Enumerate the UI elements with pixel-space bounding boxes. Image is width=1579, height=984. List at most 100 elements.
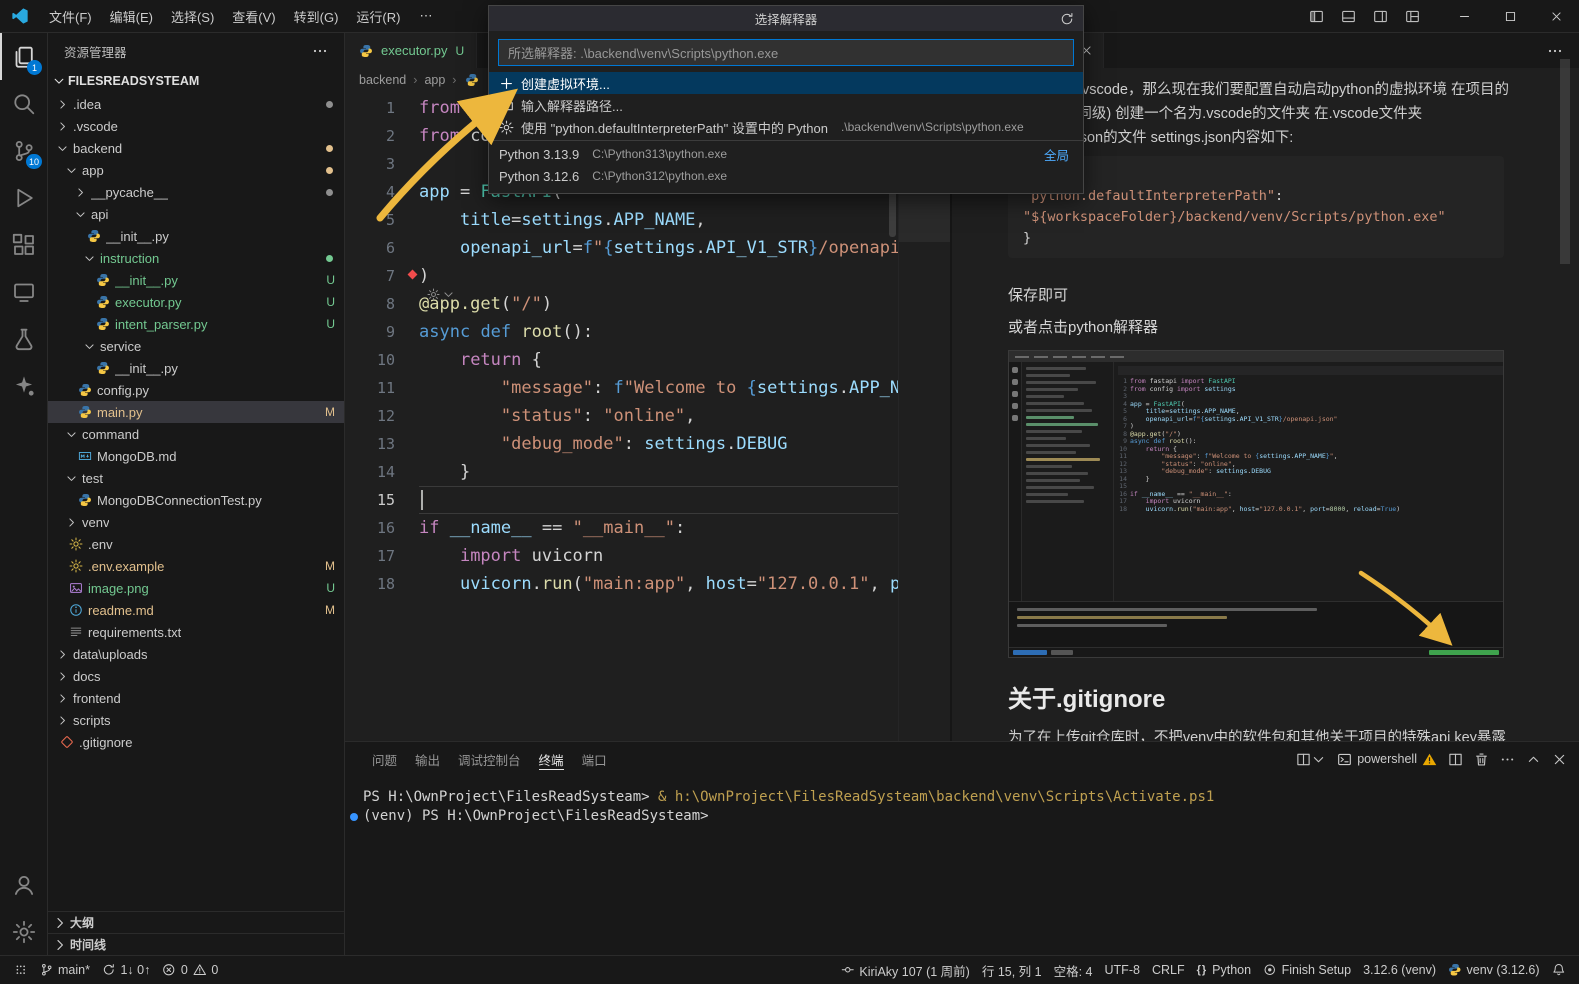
- notifications[interactable]: [1546, 959, 1572, 981]
- panel-tab-2[interactable]: 调试控制台: [449, 742, 530, 776]
- tree-item[interactable]: image.pngU: [48, 577, 344, 599]
- tree-item[interactable]: test: [48, 467, 344, 489]
- quickpick-item-action[interactable]: 全局: [1044, 145, 1073, 164]
- activity-ai[interactable]: [0, 362, 47, 409]
- finish-setup[interactable]: Finish Setup: [1257, 959, 1357, 981]
- panel-tab-0[interactable]: 问题: [363, 742, 406, 776]
- quickpick-item[interactable]: 使用 "python.defaultInterpreterPath" 设置中的 …: [489, 116, 1083, 138]
- tree-item[interactable]: .env.exampleM: [48, 555, 344, 577]
- interpreter[interactable]: venv (3.12.6): [1442, 959, 1545, 981]
- launch-profile-icon[interactable]: [1296, 752, 1326, 767]
- tree-item[interactable]: main.pyM: [48, 401, 344, 423]
- panel-tab-1[interactable]: 输出: [406, 742, 449, 776]
- activity-account[interactable]: [0, 861, 47, 908]
- code-line[interactable]: if __name__ == "__main__":: [419, 514, 898, 542]
- tree-item[interactable]: intent_parser.pyU: [48, 313, 344, 335]
- code-line[interactable]: "status": "online",: [419, 402, 898, 430]
- quickpick-item[interactable]: 创建虚拟环境...: [489, 72, 1083, 94]
- win-max-button[interactable]: [1487, 0, 1533, 33]
- menubar-more[interactable]: ⋯: [409, 8, 442, 24]
- explorer-actions-more-icon[interactable]: [312, 43, 328, 59]
- win-min-button[interactable]: [1441, 0, 1487, 33]
- tree-item[interactable]: backend: [48, 137, 344, 159]
- close-panel-icon[interactable]: [1552, 752, 1567, 767]
- menu-item-3[interactable]: 查看(V): [223, 0, 284, 33]
- tree-item[interactable]: .gitignore: [48, 731, 344, 753]
- activity-search[interactable]: [0, 80, 47, 127]
- git-branch[interactable]: main*: [34, 959, 96, 981]
- tree-item[interactable]: venv: [48, 511, 344, 533]
- quickpick-item[interactable]: 输入解释器路径...: [489, 94, 1083, 116]
- tree-item[interactable]: .idea: [48, 93, 344, 115]
- language-mode[interactable]: {}Python: [1191, 959, 1257, 981]
- quickpick-item[interactable]: Python 3.12.6C:\Python312\python.exe: [489, 165, 1083, 187]
- split-terminal-icon[interactable]: [1448, 752, 1463, 767]
- breadcrumb-item[interactable]: backend: [359, 73, 406, 87]
- cursor-position[interactable]: 行 15, 列 1: [976, 959, 1048, 981]
- tree-item[interactable]: MongoDBConnectionTest.py: [48, 489, 344, 511]
- layout-sidebar-left-icon[interactable]: [1301, 3, 1331, 29]
- tab-executor-py[interactable]: executor.py U: [345, 33, 477, 68]
- breadcrumb-item[interactable]: app: [424, 73, 445, 87]
- tree-item[interactable]: __pycache__: [48, 181, 344, 203]
- menu-item-0[interactable]: 文件(F): [40, 0, 101, 33]
- code-line[interactable]: "message": f"Welcome to {settings.APP_NA…: [419, 374, 898, 402]
- inline-settings-widget[interactable]: [427, 288, 455, 301]
- sidebar-section-1[interactable]: 时间线: [48, 933, 344, 955]
- terminal[interactable]: PS H:\OwnProject\FilesReadSysteam> & h:\…: [345, 776, 1579, 955]
- layout-panel-icon[interactable]: [1333, 3, 1363, 29]
- command-decoration-dot[interactable]: [350, 813, 358, 821]
- maximize-panel-icon[interactable]: [1526, 752, 1541, 767]
- tree-item[interactable]: .vscode: [48, 115, 344, 137]
- eol[interactable]: CRLF: [1146, 959, 1191, 981]
- code-line[interactable]: uvicorn.run("main:app", host="127.0.0.1"…: [419, 570, 898, 598]
- activity-debug[interactable]: [0, 174, 47, 221]
- encoding[interactable]: UTF-8: [1099, 959, 1146, 981]
- sidebar-section-0[interactable]: 大纲: [48, 911, 344, 933]
- activity-explorer[interactable]: 1: [0, 33, 47, 80]
- tree-item[interactable]: service: [48, 335, 344, 357]
- refresh-icon[interactable]: [1060, 12, 1074, 26]
- project-section-header[interactable]: FILESREADSYSTEAM: [48, 69, 344, 93]
- activity-extensions[interactable]: [0, 221, 47, 268]
- tree-item[interactable]: command: [48, 423, 344, 445]
- activity-scm[interactable]: 10: [0, 127, 47, 174]
- code-line[interactable]: }: [419, 458, 898, 486]
- preview-scrollbar[interactable]: [1560, 59, 1570, 264]
- terminal-instance[interactable]: powershell: [1337, 752, 1437, 767]
- menu-item-2[interactable]: 选择(S): [162, 0, 223, 33]
- activity-test[interactable]: [0, 315, 47, 362]
- tree-item[interactable]: api: [48, 203, 344, 225]
- remote-indicator[interactable]: [8, 959, 34, 981]
- code-line[interactable]: return {: [419, 346, 898, 374]
- code-line[interactable]: import uvicorn: [419, 542, 898, 570]
- tree-item[interactable]: data\uploads: [48, 643, 344, 665]
- layout-custom-icon[interactable]: [1397, 3, 1427, 29]
- tree-item[interactable]: scripts: [48, 709, 344, 731]
- git-sync[interactable]: 1↓ 0↑: [96, 959, 156, 981]
- panel-tab-3[interactable]: 终端: [530, 742, 573, 776]
- tree-item[interactable]: __init__.py: [48, 225, 344, 247]
- code-line[interactable]: [419, 486, 898, 514]
- layout-sidebar-right-icon[interactable]: [1365, 3, 1395, 29]
- code-line[interactable]: async def root():: [419, 318, 898, 346]
- code-line[interactable]: ): [419, 262, 898, 290]
- tree-item[interactable]: docs: [48, 665, 344, 687]
- tree-item[interactable]: executor.pyU: [48, 291, 344, 313]
- menu-item-1[interactable]: 编辑(E): [101, 0, 162, 33]
- activity-remote[interactable]: [0, 268, 47, 315]
- tree-item[interactable]: .env: [48, 533, 344, 555]
- tree-item[interactable]: readme.mdM: [48, 599, 344, 621]
- interpreter-input[interactable]: 所选解释器: .\backend\venv\Scripts\python.exe: [498, 39, 1074, 66]
- quickpick-item[interactable]: Python 3.13.9C:\Python313\python.exe全局: [489, 143, 1083, 165]
- code-line[interactable]: openapi_url=f"{settings.API_V1_STR}/open…: [419, 234, 898, 262]
- tree-item[interactable]: frontend: [48, 687, 344, 709]
- menu-item-5[interactable]: 运行(R): [347, 0, 409, 33]
- tree-item[interactable]: __init__.py: [48, 357, 344, 379]
- tree-item[interactable]: instruction: [48, 247, 344, 269]
- more-actions-icon[interactable]: [1500, 752, 1515, 767]
- blame-info[interactable]: KiriAky 107 (1 周前): [835, 959, 976, 981]
- panel-tab-4[interactable]: 端口: [573, 742, 616, 776]
- tree-item[interactable]: config.py: [48, 379, 344, 401]
- menu-item-4[interactable]: 转到(G): [285, 0, 348, 33]
